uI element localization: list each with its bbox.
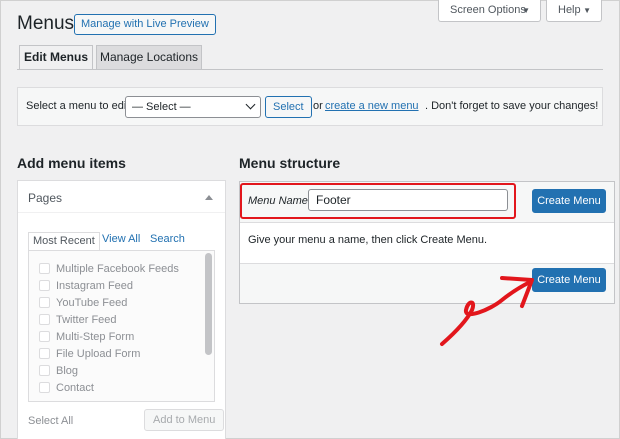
list-item-label: Contact [56, 382, 94, 394]
pages-panel: Pages Most Recent View All Search Multip… [17, 180, 226, 439]
create-new-menu-link[interactable]: create a new menu [325, 100, 419, 112]
list-item[interactable]: YouTube Feed [39, 297, 127, 309]
checkbox[interactable] [39, 382, 50, 393]
list-item-label: File Upload Form [56, 348, 141, 360]
select-button[interactable]: Select [265, 96, 312, 118]
checkbox[interactable] [39, 280, 50, 291]
list-item[interactable]: Contact [39, 382, 94, 394]
add-to-menu-button[interactable]: Add to Menu [144, 409, 225, 431]
checkbox[interactable] [39, 331, 50, 342]
tab-search[interactable]: Search [150, 233, 185, 245]
tab-manage-locations[interactable]: Manage Locations [96, 45, 202, 70]
list-item-label: YouTube Feed [56, 297, 128, 309]
list-item[interactable]: Blog [39, 365, 78, 377]
list-item[interactable]: Twitter Feed [39, 314, 117, 326]
tab-edit-menus[interactable]: Edit Menus [19, 45, 93, 70]
tab-most-recent[interactable]: Most Recent [28, 232, 100, 251]
select-or-text: or [313, 100, 323, 112]
pages-list: Multiple Facebook Feeds Instagram Feed Y… [28, 250, 215, 402]
pages-header[interactable]: Pages [18, 181, 225, 213]
pages-title: Pages [28, 191, 63, 205]
checkbox[interactable] [39, 263, 50, 274]
list-item[interactable]: Multi-Step Form [39, 331, 134, 343]
list-item-label: Multi-Step Form [56, 331, 135, 343]
select-all-label[interactable]: Select All [28, 415, 73, 427]
checkbox[interactable] [39, 365, 50, 376]
screen-options-label: Screen Options [450, 4, 526, 16]
list-item-label: Twitter Feed [56, 314, 117, 326]
checkbox[interactable] [39, 314, 50, 325]
checkbox[interactable] [39, 348, 50, 359]
caret-down-icon: ▼ [522, 6, 530, 15]
chevron-down-icon [245, 99, 256, 110]
live-preview-button[interactable]: Manage with Live Preview [74, 14, 216, 35]
add-menu-items-heading: Add menu items [17, 155, 126, 171]
select-menu-label: Select a menu to edit: [26, 100, 133, 112]
caret-down-icon: ▼ [583, 6, 591, 15]
page-title: Menus [17, 13, 75, 34]
help-label: Help [558, 4, 581, 16]
red-arrow-icon [440, 276, 534, 346]
create-menu-button-top[interactable]: Create Menu [532, 189, 606, 213]
list-item[interactable]: Multiple Facebook Feeds [39, 263, 179, 275]
save-reminder-text: . Don't forget to save your changes! [425, 100, 599, 112]
select-menu-bar: Select a menu to edit: — Select — Select… [17, 87, 603, 126]
screen-options-button[interactable]: Screen Options ▼ [438, 0, 541, 22]
tab-view-all[interactable]: View All [102, 233, 140, 245]
menu-name-helper: Give your menu a name, then click Create… [248, 234, 488, 246]
scrollbar[interactable] [205, 253, 212, 355]
checkbox[interactable] [39, 297, 50, 308]
list-item-label: Blog [56, 365, 79, 377]
list-item-label: Multiple Facebook Feeds [56, 263, 179, 275]
menu-select-value: — Select — [132, 101, 191, 113]
menu-structure-heading: Menu structure [239, 155, 341, 171]
menu-name-label: Menu Name [248, 195, 308, 207]
list-item-label: Instagram Feed [56, 280, 134, 292]
list-item[interactable]: File Upload Form [39, 348, 140, 360]
menu-name-input[interactable] [308, 189, 508, 211]
help-button[interactable]: Help ▼ [546, 0, 602, 22]
menu-select[interactable]: — Select — [125, 96, 261, 118]
list-item[interactable]: Instagram Feed [39, 280, 133, 292]
tab-divider [17, 69, 603, 70]
collapse-arrow-icon[interactable] [205, 195, 213, 200]
create-menu-button-bottom[interactable]: Create Menu [532, 268, 606, 292]
